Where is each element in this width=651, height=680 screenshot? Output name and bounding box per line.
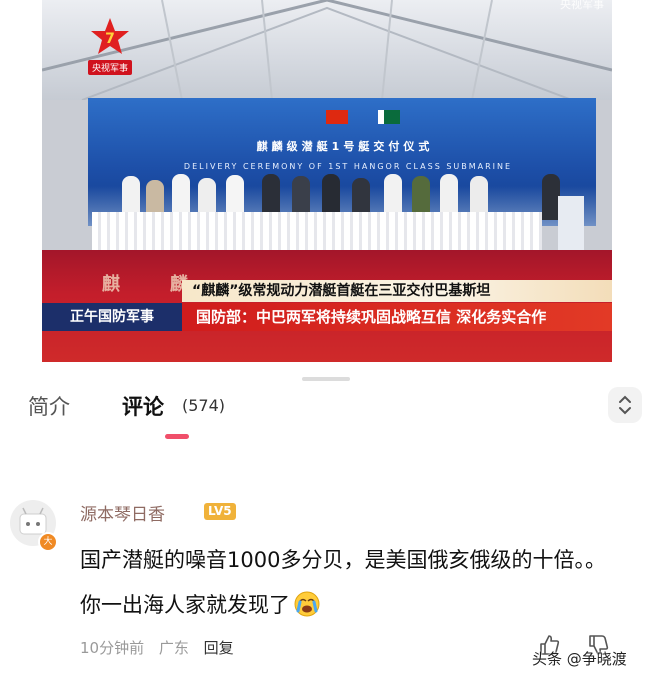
- channel-label: 央视军事: [88, 60, 133, 75]
- comment-time: 10分钟前: [80, 639, 145, 657]
- comment-location: 广东: [158, 639, 189, 657]
- toutiao-watermark: 头条 @争晓渡: [532, 650, 627, 668]
- sheet-drag-handle[interactable]: [302, 377, 350, 381]
- avatar-badge: 大: [38, 532, 58, 552]
- comment-meta: 10分钟前 广东 回复: [80, 637, 244, 658]
- comment-body: 国产潜艇的噪音1000多分贝，是美国俄亥俄级的十倍。。你一出海人家就发现了: [80, 548, 606, 617]
- video-watermark: 央视军事: [560, 0, 604, 11]
- chevron-up-down-icon: [619, 395, 631, 415]
- video-player[interactable]: 麒麟级潜艇1号艇交付仪式 DELIVERY CEREMONY OF 1ST HA…: [42, 0, 612, 362]
- svg-text:7: 7: [105, 31, 115, 47]
- comment-username[interactable]: 源本琴日香: [80, 500, 165, 525]
- comments-count: (574): [182, 396, 226, 415]
- crying-face-icon: [294, 591, 320, 617]
- ticker-headline: “麒麟”级常规动力潜艇首艇在三亚交付巴基斯坦: [182, 280, 612, 302]
- ceremony-title: 麒麟级潜艇1号艇交付仪式: [256, 140, 434, 153]
- expand-button[interactable]: [608, 387, 642, 423]
- ticker-main: 国防部：中巴两军将持续巩固战略互信 深化务实合作: [182, 303, 612, 331]
- tab-intro[interactable]: 简介: [28, 391, 70, 421]
- active-tab-indicator: [165, 434, 189, 439]
- ceremony-table: [92, 212, 542, 254]
- cctv-military-logo: 7: [91, 18, 129, 54]
- tab-comments[interactable]: 评论: [122, 391, 164, 421]
- ticker-program: 正午国防军事: [42, 303, 182, 331]
- user-level-badge: LV5: [204, 503, 236, 520]
- reply-button[interactable]: 回复: [204, 639, 234, 657]
- china-flag: [326, 110, 348, 124]
- pakistan-flag: [378, 110, 400, 124]
- podium: [558, 196, 584, 252]
- comment-text: 国产潜艇的噪音1000多分贝，是美国俄亥俄级的十倍。。你一出海人家就发现了: [80, 538, 620, 628]
